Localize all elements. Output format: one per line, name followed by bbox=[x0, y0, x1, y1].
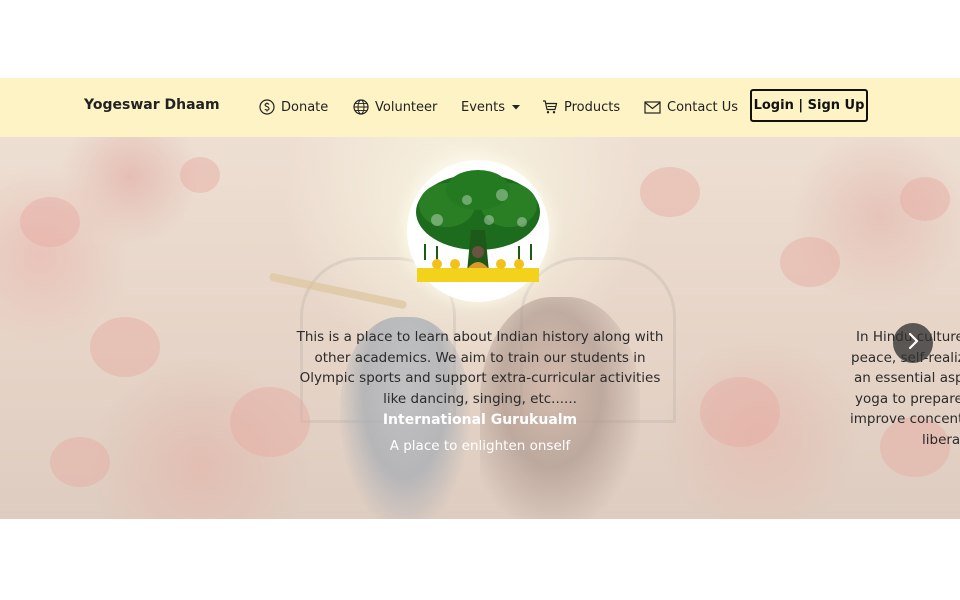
carousel-next-button[interactable] bbox=[893, 323, 933, 363]
hero-carousel: This is a place to learn about Indian hi… bbox=[0, 137, 960, 519]
next-slide-line: an essential aspec bbox=[854, 370, 960, 386]
next-slide-line: yoga to prepare th bbox=[855, 390, 960, 407]
caret-down-icon bbox=[511, 103, 521, 111]
nav-volunteer[interactable]: Volunteer bbox=[353, 97, 437, 117]
slide-title: International Gurukualm bbox=[382, 412, 578, 428]
next-slide-line: liberat bbox=[922, 431, 960, 448]
slide-subtitle: A place to enlighten onself bbox=[389, 438, 571, 454]
dollar-circle-icon bbox=[259, 99, 275, 115]
nav-products-label: Products bbox=[564, 99, 621, 115]
cart-icon bbox=[542, 99, 558, 115]
gurukul-tree-logo bbox=[407, 160, 549, 302]
nav-events[interactable]: Events bbox=[461, 97, 521, 117]
navbar: Yogeswar Dhaam Donate Volunteer Events P… bbox=[0, 78, 960, 137]
nav-products[interactable]: Products bbox=[542, 97, 620, 117]
login-signup-button[interactable]: Login | Sign Up bbox=[750, 89, 868, 122]
nav-contact[interactable]: Contact Us bbox=[644, 97, 738, 117]
nav-donate[interactable]: Donate bbox=[259, 97, 328, 117]
nav-contact-label: Contact Us bbox=[667, 99, 738, 115]
nav-volunteer-label: Volunteer bbox=[375, 99, 438, 115]
envelope-icon bbox=[644, 100, 661, 114]
brand-name[interactable]: Yogeswar Dhaam bbox=[84, 97, 220, 113]
globe-icon bbox=[353, 99, 369, 115]
nav-donate-label: Donate bbox=[281, 99, 329, 115]
nav-events-label: Events bbox=[461, 99, 506, 115]
chevron-right-icon bbox=[906, 332, 920, 354]
slide-description: This is a place to learn about Indian hi… bbox=[296, 329, 664, 407]
next-slide-line: improve concentrat bbox=[850, 411, 960, 427]
